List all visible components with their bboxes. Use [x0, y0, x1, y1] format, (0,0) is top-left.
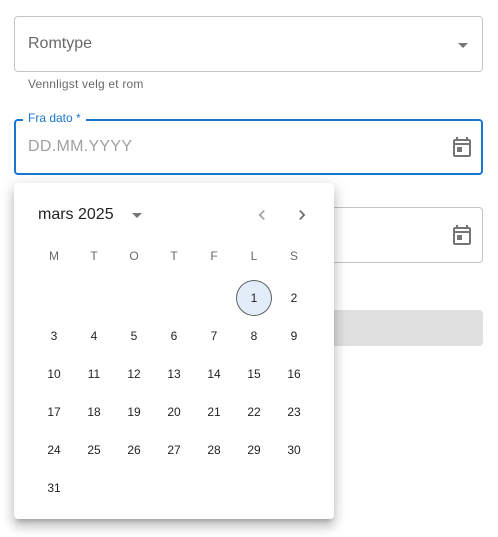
day-blank — [114, 279, 154, 317]
month-year-label: mars 2025 — [38, 206, 114, 223]
day-button[interactable]: 16 — [276, 356, 312, 392]
day-button[interactable]: 11 — [76, 356, 112, 392]
arrow-drop-down-icon — [131, 212, 142, 218]
day-button[interactable]: 12 — [116, 356, 152, 392]
day-button[interactable]: 10 — [36, 356, 72, 392]
day-cell: 17 — [34, 393, 74, 431]
weekday-label: S — [289, 249, 298, 263]
room-type-select[interactable]: Romtype — [14, 16, 483, 72]
day-cell: 26 — [114, 431, 154, 469]
day-cell: 25 — [74, 431, 114, 469]
day-cell: 3 — [34, 317, 74, 355]
arrow-drop-down-icon — [458, 43, 468, 48]
day-button[interactable]: 4 — [76, 318, 112, 354]
day-button[interactable]: 26 — [116, 432, 152, 468]
day-cell: 15 — [234, 355, 274, 393]
from-date-input[interactable]: DD.MM.YYYY — [28, 121, 132, 173]
day-button[interactable]: 21 — [196, 394, 232, 430]
day-button[interactable]: 13 — [156, 356, 192, 392]
weekday-label: F — [210, 249, 218, 263]
from-date-field[interactable]: DD.MM.YYYY — [14, 119, 483, 175]
day-cell: 31 — [34, 469, 74, 507]
day-button[interactable]: 27 — [156, 432, 192, 468]
room-type-helper-text: Vennligst velg et rom — [28, 77, 144, 91]
weekday-label: M — [49, 249, 59, 263]
day-cell: 7 — [194, 317, 234, 355]
day-button[interactable]: 28 — [196, 432, 232, 468]
weekday-header: MTOTFLS — [34, 249, 314, 265]
calendar-icon[interactable] — [450, 135, 474, 159]
next-month-button[interactable] — [290, 203, 314, 227]
day-cell: 28 — [194, 431, 234, 469]
day-button[interactable]: 19 — [116, 394, 152, 430]
day-cell: 29 — [234, 431, 274, 469]
day-cell: 6 — [154, 317, 194, 355]
weekday-label: L — [250, 249, 258, 263]
chevron-right-icon — [299, 210, 306, 220]
weekday-label: O — [129, 249, 139, 263]
day-cell: 8 — [234, 317, 274, 355]
booking-form: Romtype Vennligst velg et rom DD.MM.YYYY… — [0, 0, 498, 537]
day-grid: 1 2 3 4 5 6 7 8 9 10 11 12 13 14 15 16 17 18 19 20 21 22 23 24 2… — [34, 279, 314, 507]
day-blank — [194, 279, 234, 317]
day-blank — [74, 279, 114, 317]
weekday-label: T — [170, 249, 178, 263]
day-button-today[interactable]: 1 — [236, 280, 272, 316]
day-cell: 2 — [274, 279, 314, 317]
day-button[interactable]: 2 — [276, 280, 312, 316]
day-button[interactable]: 15 — [236, 356, 272, 392]
day-cell: 1 — [234, 279, 274, 317]
day-cell: 4 — [74, 317, 114, 355]
day-button[interactable]: 14 — [196, 356, 232, 392]
day-cell: 9 — [274, 317, 314, 355]
day-button[interactable]: 6 — [156, 318, 192, 354]
day-button[interactable]: 18 — [76, 394, 112, 430]
day-button[interactable]: 3 — [36, 318, 72, 354]
day-cell: 13 — [154, 355, 194, 393]
day-cell: 21 — [194, 393, 234, 431]
day-button[interactable]: 25 — [76, 432, 112, 468]
day-button[interactable]: 17 — [36, 394, 72, 430]
calendar-icon[interactable] — [450, 223, 474, 247]
weekday-label: T — [90, 249, 98, 263]
room-type-value: Romtype — [28, 35, 93, 52]
chevron-left-icon — [258, 210, 265, 220]
day-cell: 19 — [114, 393, 154, 431]
date-picker-popup: mars 2025 MTOTFLS 1 2 3 4 5 6 7 8 9 10 11 12 13 14 15 1… — [14, 183, 334, 519]
day-button[interactable]: 5 — [116, 318, 152, 354]
day-button[interactable]: 23 — [276, 394, 312, 430]
day-cell: 12 — [114, 355, 154, 393]
month-year-selector[interactable]: mars 2025 — [38, 203, 142, 227]
day-blank — [34, 279, 74, 317]
day-cell: 30 — [274, 431, 314, 469]
day-button[interactable]: 9 — [276, 318, 312, 354]
day-cell: 14 — [194, 355, 234, 393]
day-cell: 5 — [114, 317, 154, 355]
day-cell: 16 — [274, 355, 314, 393]
day-cell: 18 — [74, 393, 114, 431]
day-button[interactable]: 31 — [36, 470, 72, 506]
day-button[interactable]: 7 — [196, 318, 232, 354]
day-button[interactable]: 8 — [236, 318, 272, 354]
day-button[interactable]: 22 — [236, 394, 272, 430]
day-cell: 20 — [154, 393, 194, 431]
day-blank — [154, 279, 194, 317]
day-button[interactable]: 20 — [156, 394, 192, 430]
day-button[interactable]: 30 — [276, 432, 312, 468]
day-cell: 11 — [74, 355, 114, 393]
day-button[interactable]: 24 — [36, 432, 72, 468]
day-cell: 23 — [274, 393, 314, 431]
from-date-label: Fra dato * — [23, 111, 86, 125]
day-cell: 24 — [34, 431, 74, 469]
previous-month-button[interactable] — [250, 203, 274, 227]
day-cell: 27 — [154, 431, 194, 469]
day-button[interactable]: 29 — [236, 432, 272, 468]
day-cell: 22 — [234, 393, 274, 431]
day-cell: 10 — [34, 355, 74, 393]
